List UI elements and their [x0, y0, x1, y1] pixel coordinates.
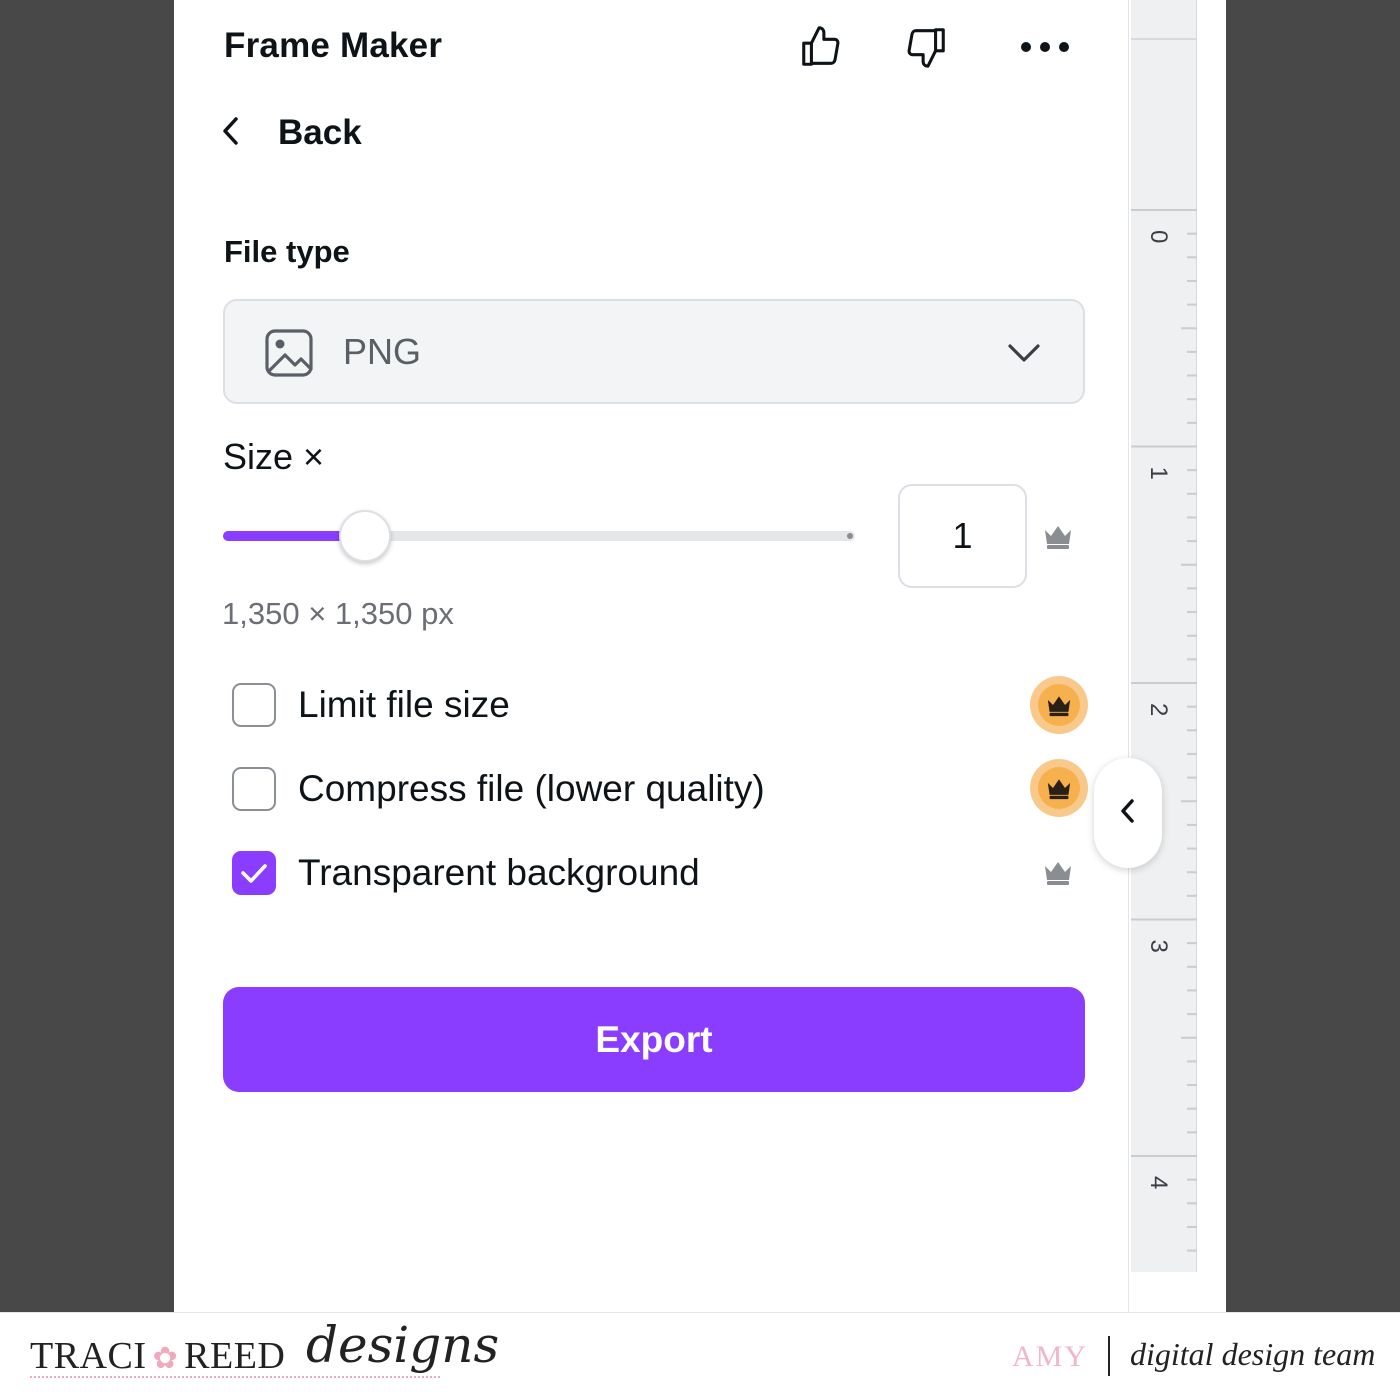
author-name: AMY — [1012, 1340, 1089, 1373]
transparent-background-option[interactable]: Transparent background — [232, 848, 700, 898]
export-panel: Frame Maker Back File type PNG Size × 1 … — [174, 0, 1128, 1312]
thumbs-down-icon[interactable] — [901, 22, 951, 72]
checkbox[interactable] — [232, 767, 276, 811]
checkbox-checked[interactable] — [232, 851, 276, 895]
chevron-down-icon — [1005, 336, 1043, 370]
ruler-label: 2 — [1145, 703, 1172, 716]
ruler-divider — [1131, 38, 1197, 40]
bow-icon: ✿ — [152, 1342, 179, 1375]
option-label: Transparent background — [298, 852, 700, 893]
ruler-label: 1 — [1145, 467, 1172, 480]
chevron-left-icon — [1119, 797, 1137, 830]
ruler-ticks: 0 1 2 3 4 — [1131, 209, 1197, 1252]
slider-end-dot — [847, 533, 853, 539]
option-label: Compress file (lower quality) — [298, 768, 765, 809]
export-button[interactable]: Export — [223, 987, 1085, 1092]
thumbs-up-icon[interactable] — [796, 22, 846, 72]
footer-separator — [1108, 1336, 1110, 1376]
image-icon — [263, 327, 315, 379]
limit-file-size-option[interactable]: Limit file size — [232, 680, 510, 730]
size-multiplier-input[interactable]: 1 — [898, 484, 1027, 588]
back-button[interactable]: Back — [220, 108, 362, 158]
back-label: Back — [278, 113, 362, 152]
crown-icon — [1042, 858, 1074, 886]
crown-icon — [1042, 522, 1074, 550]
checkbox[interactable] — [232, 683, 276, 727]
brand-underline — [30, 1376, 440, 1378]
ruler-label: 0 — [1145, 230, 1172, 243]
export-dimensions: 1,350 × 1,350 px — [222, 596, 454, 631]
check-icon — [241, 864, 267, 883]
size-label: Size × — [223, 436, 325, 477]
premium-crown-icon — [1030, 676, 1088, 734]
file-type-value: PNG — [343, 331, 422, 372]
vertical-ruler: 0 1 2 3 4 — [1131, 0, 1197, 1272]
file-type-label: File type — [224, 234, 350, 269]
chevron-left-icon — [220, 115, 242, 152]
compress-file-option[interactable]: Compress file (lower quality) — [232, 764, 765, 814]
premium-crown-icon — [1030, 759, 1088, 817]
ruler-label: 3 — [1145, 940, 1172, 953]
team-label: digital design team — [1130, 1336, 1376, 1372]
size-slider[interactable] — [223, 510, 855, 562]
canvas-edge: 0 1 2 3 4 — [1128, 0, 1226, 1312]
slider-handle[interactable] — [339, 510, 391, 562]
option-label: Limit file size — [298, 684, 510, 725]
panel-title: Frame Maker — [224, 26, 443, 65]
collapse-panel-button[interactable] — [1094, 758, 1162, 868]
ruler-label: 4 — [1145, 1176, 1172, 1189]
brand-logo-text: TRACI ✿ REED — [30, 1335, 286, 1377]
brand-script: designs — [306, 1316, 500, 1374]
file-type-select[interactable]: PNG — [223, 299, 1085, 404]
more-options-icon[interactable] — [1017, 22, 1073, 72]
